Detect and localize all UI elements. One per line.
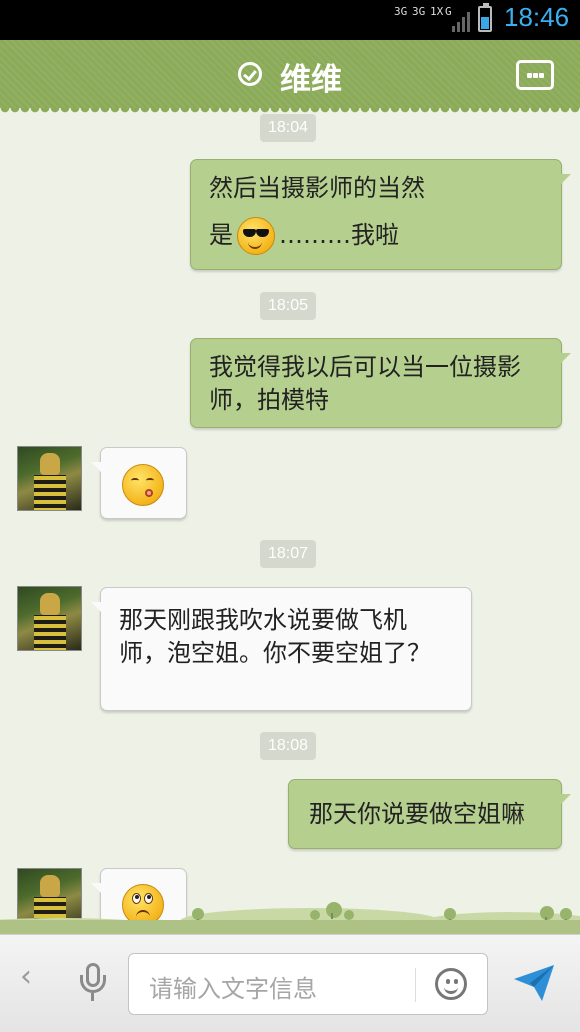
tree-icon — [326, 902, 342, 919]
timestamp: 18:04 — [260, 114, 317, 142]
tree-icon — [192, 908, 204, 925]
message-text: 那天刚跟我吹水说要做飞机师，泡空姐。你不要空姐了？ — [119, 606, 431, 667]
sunglasses-emoji-icon — [237, 217, 275, 255]
sent-message[interactable]: 然后当摄影师的当然 是 ………我啦 — [190, 159, 571, 270]
signal-strength-icon — [452, 10, 470, 32]
check-circle-icon — [238, 62, 262, 86]
contact-avatar[interactable] — [17, 446, 82, 511]
message-input-placeholder: 请输入文字信息 — [149, 975, 317, 1003]
status-clock: 18:46 — [504, 2, 570, 32]
received-message[interactable]: 那天刚跟我吹水说要做飞机师，泡空姐。你不要空姐了？ — [91, 587, 472, 711]
tree-icon — [444, 908, 456, 925]
message-text: ………我啦 — [279, 221, 399, 249]
chat-more-icon[interactable] — [516, 60, 554, 90]
message-list[interactable]: 18:04 然后当摄影师的当然 是 ………我啦 18:05 我觉得我以后可以当一位… — [0, 108, 580, 934]
smiley-icon[interactable] — [435, 968, 467, 1000]
contact-avatar[interactable] — [17, 586, 82, 651]
send-icon[interactable] — [512, 963, 556, 1003]
background-scenery — [0, 888, 580, 934]
chevron-left-icon[interactable]: ‹ — [20, 959, 32, 994]
message-text: 那天你说要做空姐嘛 — [309, 800, 525, 828]
timestamp: 18:08 — [260, 732, 317, 760]
network-3g-indicator: 3G — [394, 5, 408, 18]
sent-message[interactable]: 那天你说要做空姐嘛 — [288, 779, 571, 849]
message-text: 是 — [209, 221, 233, 249]
pout-kiss-emoji-icon — [122, 464, 164, 506]
message-text-line: 然后当摄影师的当然 — [209, 174, 425, 202]
chat-header: 维维 — [0, 40, 580, 114]
message-input[interactable]: 请输入文字信息 — [128, 953, 488, 1015]
network-g-indicator: G — [445, 5, 452, 18]
battery-icon — [478, 3, 492, 32]
message-input-bar: ‹ 请输入文字信息 — [0, 934, 580, 1032]
message-text: 我觉得我以后可以当一位摄影师，拍模特 — [209, 353, 521, 414]
received-message[interactable] — [91, 447, 187, 519]
timestamp: 18:05 — [260, 292, 317, 320]
timestamp: 18:07 — [260, 540, 317, 568]
network-1x-indicator: 1X — [430, 5, 444, 18]
microphone-icon[interactable] — [80, 963, 106, 1007]
input-divider — [415, 968, 416, 1002]
tree-icon — [310, 910, 320, 927]
page-title: 维维 — [280, 62, 342, 98]
network-3g-indicator-2: 3G — [412, 5, 426, 18]
status-bar: 3G 3G 1X G 18:46 — [0, 0, 580, 40]
tree-icon — [560, 908, 572, 925]
sent-message[interactable]: 我觉得我以后可以当一位摄影师，拍模特 — [190, 338, 571, 428]
tree-icon — [540, 906, 554, 923]
tree-icon — [344, 910, 354, 927]
